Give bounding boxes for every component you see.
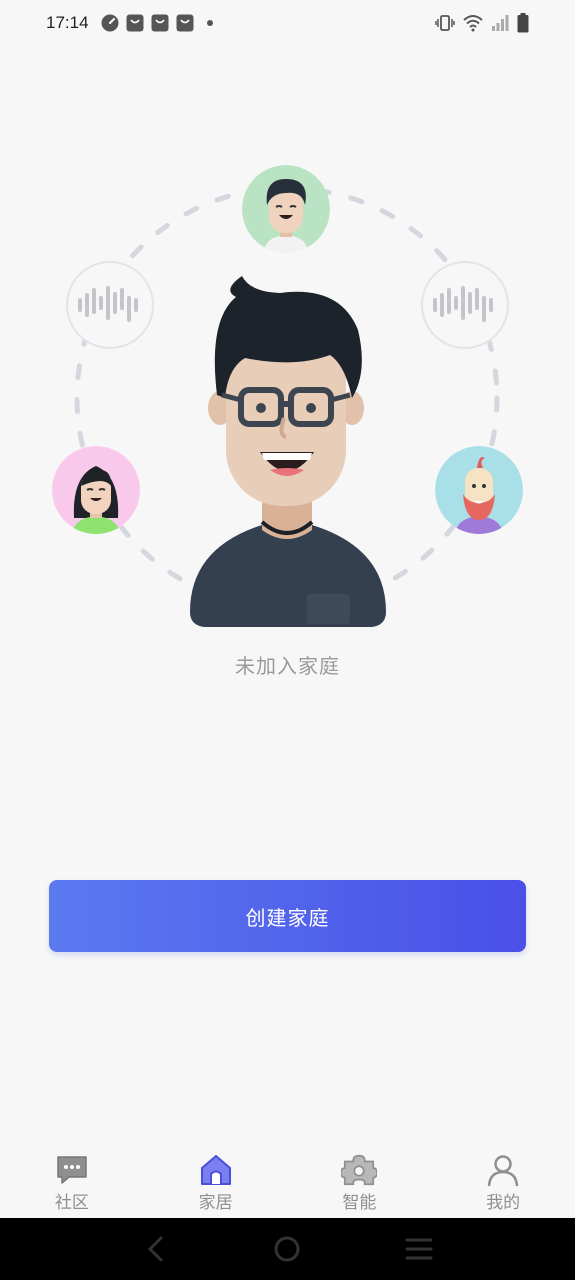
voice-wave-icon: [66, 261, 154, 349]
notification-dot-icon: [206, 20, 213, 26]
tab-home[interactable]: 家居: [144, 1146, 288, 1218]
tab-label: 我的: [486, 1193, 521, 1213]
menu-icon[interactable]: [399, 1229, 439, 1269]
shopping-bag-icon: [176, 14, 194, 32]
tab-label: 智能: [342, 1193, 377, 1213]
voice-wave-icon: [421, 261, 509, 349]
chat-bubble-icon: [54, 1152, 90, 1188]
bottom-tab-bar: 社区 家居 智能 我的: [0, 1146, 575, 1218]
tab-profile[interactable]: 我的: [431, 1146, 575, 1218]
wifi-icon: [463, 15, 483, 32]
create-family-button[interactable]: 创建家庭: [49, 880, 526, 952]
tab-community[interactable]: 社区: [0, 1146, 144, 1218]
member-avatar-top: [242, 165, 330, 253]
speedometer-icon: [101, 14, 119, 32]
home-icon: [198, 1152, 234, 1188]
vibrate-icon: [435, 15, 455, 31]
status-time: 17:14: [46, 13, 89, 32]
puzzle-icon: [341, 1152, 378, 1188]
home-circle-icon[interactable]: [267, 1229, 307, 1269]
system-nav-bar: [0, 1218, 575, 1280]
member-avatar-right: [435, 446, 523, 534]
member-avatar-left: [52, 446, 140, 534]
cell-signal-icon: [492, 15, 509, 31]
status-bar: 17:14: [0, 0, 575, 46]
shopping-bag-icon: [126, 14, 144, 32]
status-right-icons: [435, 13, 529, 33]
tab-label: 家居: [198, 1193, 233, 1213]
shopping-bag-icon: [151, 14, 169, 32]
tab-smart[interactable]: 智能: [288, 1146, 432, 1218]
screen: 17:14 未加入家庭 创建家庭 社区 家居 智能 我的: [0, 0, 575, 1280]
family-status-text: 未加入家庭: [235, 654, 340, 678]
family-illustration: [0, 150, 575, 640]
person-icon: [485, 1152, 521, 1188]
back-icon[interactable]: [136, 1229, 176, 1269]
battery-icon: [517, 13, 529, 33]
tab-label: 社区: [54, 1193, 89, 1213]
status-left-icons: [101, 14, 213, 32]
